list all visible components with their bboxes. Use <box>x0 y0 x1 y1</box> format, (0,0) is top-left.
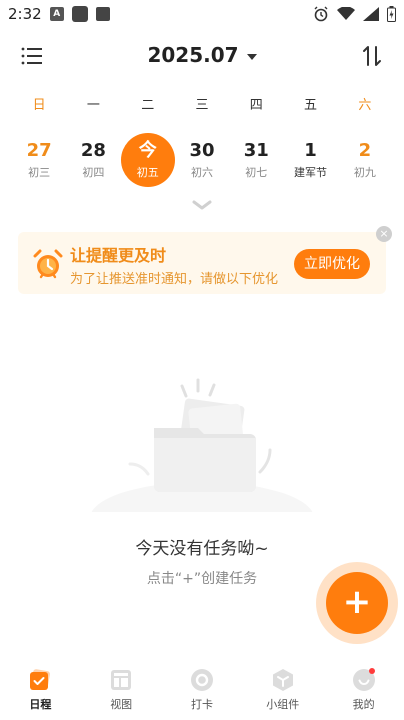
status-time: 2:32 <box>8 5 42 23</box>
nav-label: 视图 <box>110 698 133 711</box>
nav-label: 小组件 <box>266 698 300 711</box>
lunar-date: 初六 <box>190 166 213 179</box>
weekday-tue: 二 <box>141 98 155 113</box>
bottom-navigation: 日程 视图 打卡 小组件 我的 <box>0 660 404 720</box>
festival-label: 建军节 <box>294 166 328 179</box>
checkin-target-icon <box>190 669 213 691</box>
profile-smile-icon <box>352 668 375 691</box>
add-task-button[interactable]: + <box>326 572 388 634</box>
week-dates: 27 初三 28 初四 今 初五 30 初六 31 初七 1 建军节 2 初九 <box>12 132 392 188</box>
lunar-date: 初九 <box>353 166 376 179</box>
view-layout-icon <box>111 670 132 690</box>
weekday-thu: 四 <box>249 98 263 113</box>
nav-label: 打卡 <box>190 698 213 711</box>
nav-schedule[interactable]: 日程 <box>0 660 81 720</box>
nav-label: 日程 <box>29 698 52 711</box>
date-number: 30 <box>189 140 215 161</box>
nav-widget[interactable]: 小组件 <box>242 660 323 720</box>
date-cell[interactable]: 27 初三 <box>12 132 66 188</box>
weekday-header: 日 一 二 三 四 五 六 <box>12 94 392 116</box>
alarm-clock-icon <box>33 249 63 279</box>
alarm-status-icon <box>314 6 328 22</box>
weekday-fri: 五 <box>304 98 318 113</box>
app-screen: 2:32 A 2025.07 日 一 二 三 四 五 六 27 初三 28 初四… <box>0 0 404 720</box>
date-number: 28 <box>80 140 106 161</box>
empty-state-title: 今天没有任务呦~ <box>135 539 269 559</box>
date-number: 今 <box>138 140 157 161</box>
date-number: 31 <box>243 140 269 161</box>
date-cell[interactable]: 28 初四 <box>66 132 120 188</box>
month-label: 2025.07 <box>147 43 239 67</box>
nav-profile[interactable]: 我的 <box>323 660 404 720</box>
nav-label: 我的 <box>352 698 375 711</box>
date-cell-today[interactable]: 今 初五 <box>120 132 175 188</box>
date-cell[interactable]: 2 初九 <box>338 132 392 188</box>
schedule-check-icon <box>30 669 51 690</box>
sort-icon[interactable] <box>360 44 384 68</box>
lunar-date: 初四 <box>82 166 105 179</box>
signal-icon <box>363 7 379 21</box>
header: 2025.07 <box>0 36 404 76</box>
month-selector[interactable]: 2025.07 <box>0 43 404 67</box>
wifi-icon <box>337 7 355 20</box>
lunar-date: 初七 <box>245 166 268 179</box>
close-icon[interactable]: × <box>376 226 392 242</box>
date-number: 1 <box>304 140 317 161</box>
date-cell[interactable]: 1 建军节 <box>283 132 337 188</box>
date-number: 27 <box>26 140 52 161</box>
nav-view[interactable]: 视图 <box>81 660 162 720</box>
lunar-date: 初三 <box>28 166 51 179</box>
app-notification-icon: A <box>49 7 64 21</box>
date-cell[interactable]: 31 初七 <box>229 132 283 188</box>
nav-checkin[interactable]: 打卡 <box>162 660 243 720</box>
weekday-mon: 一 <box>86 98 100 113</box>
weekday-sun: 日 <box>32 98 46 113</box>
reminder-banner: 让提醒更及时 为了让推送准时通知，请做以下优化 立即优化 × <box>18 226 392 294</box>
widget-cube-icon <box>272 669 293 691</box>
expand-chevron-icon[interactable] <box>192 198 212 212</box>
reminder-title: 让提醒更及时 <box>70 246 167 265</box>
date-cell[interactable]: 30 初六 <box>175 132 229 188</box>
weekday-sat: 六 <box>358 98 372 113</box>
status-bar: 2:32 A <box>0 0 404 28</box>
date-number: 2 <box>358 140 372 161</box>
battery-icon <box>387 6 396 22</box>
app-notification-icon-2 <box>71 6 88 22</box>
optimize-now-button[interactable]: 立即优化 <box>294 249 370 279</box>
reminder-subtitle: 为了让推送准时通知，请做以下优化 <box>70 272 279 287</box>
weekday-wed: 三 <box>195 98 209 113</box>
lunar-date: 初五 <box>136 166 159 179</box>
empty-folder-illustration <box>91 378 313 512</box>
caret-down-icon <box>246 53 257 60</box>
document-notification-icon <box>95 7 110 21</box>
